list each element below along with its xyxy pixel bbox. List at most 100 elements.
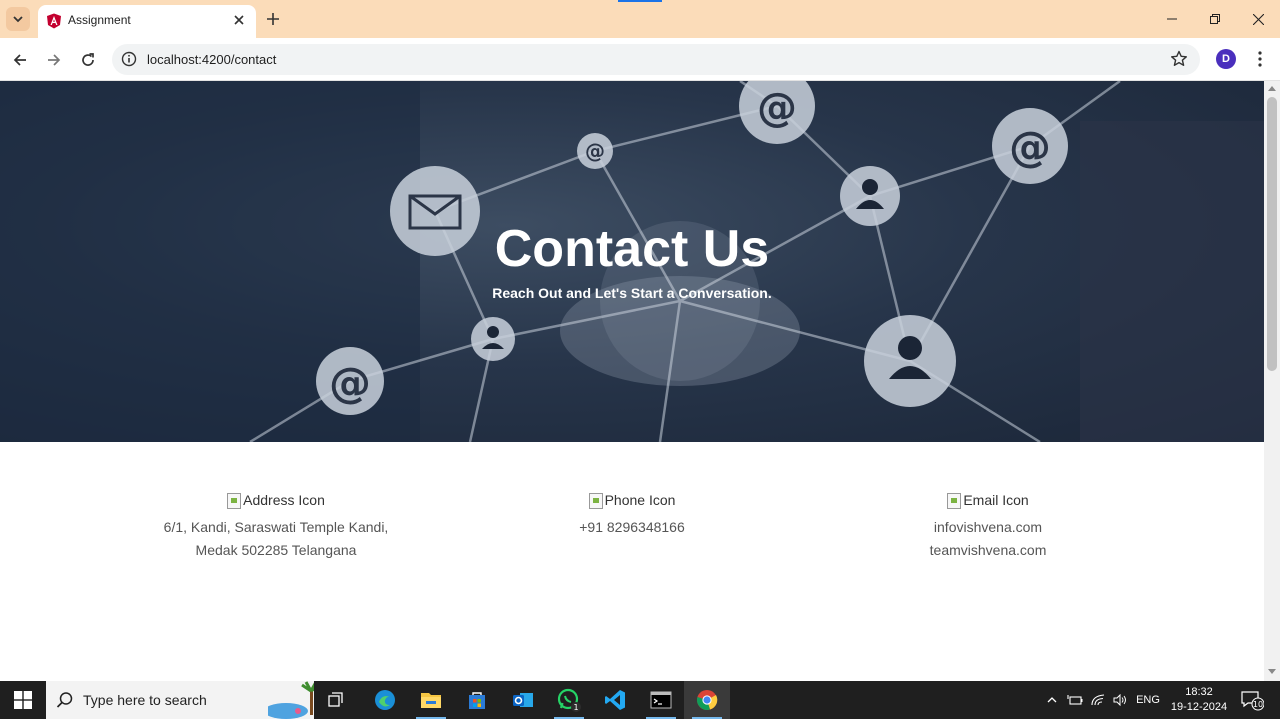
page-scrollbar[interactable] [1264,81,1280,681]
tab-search-button[interactable] [6,7,30,31]
address-bar[interactable]: localhost:4200/contact [112,44,1200,75]
store-icon [469,692,485,709]
clock-time: 18:32 [1185,686,1213,698]
volume-icon [1113,694,1126,706]
arrow-right-icon [48,54,61,66]
email-address: infovishvena.com [933,518,1043,535]
search-placeholder[interactable]: Type here to search [83,692,207,708]
chevron-down-icon [13,16,23,23]
svg-text:@: @ [1009,122,1051,171]
windows-logo-icon [14,691,32,709]
restore-icon [1210,14,1220,24]
reload-button[interactable] [75,47,101,73]
more-vertical-icon [1258,51,1262,67]
profile-avatar[interactable]: D [1216,49,1236,69]
browser-tab-bar: Assignment [0,0,1280,38]
browser-tab[interactable]: Assignment [38,5,256,38]
phone-number: +91 8296348166 [579,518,685,535]
close-window-button[interactable] [1236,0,1280,38]
taskbar-whatsapp[interactable]: 1 [546,681,592,719]
broken-image-icon [227,492,242,509]
minimize-button[interactable] [1150,0,1194,38]
broken-image-icon [588,492,603,509]
search-highlight-image [268,681,314,719]
phone-icon-alt: Phone Icon [604,492,676,508]
edge-icon [375,690,395,710]
bookmark-star-icon[interactable] [1170,50,1188,68]
folder-icon [421,693,441,708]
scroll-up-arrow[interactable] [1268,86,1276,91]
hero-banner: @ @ @ @ Contact Us Reach Out and Let's S… [0,81,1264,442]
svg-text:@: @ [329,358,371,407]
address-icon-alt: Address Icon [243,492,325,508]
angular-icon [47,13,61,29]
email-icon-alt: Email Icon [963,492,1029,508]
chrome-icon [697,690,718,710]
svg-text:@: @ [757,85,797,131]
phone-icon: Phone Icon [588,489,676,512]
taskbar-store[interactable] [454,681,500,719]
site-info-icon[interactable] [121,51,137,67]
svg-text:@: @ [585,139,605,163]
new-tab-button[interactable] [262,8,284,30]
drag-indicator [618,0,662,2]
taskbar-terminal[interactable] [638,681,684,719]
network-tray-button[interactable] [1088,681,1110,719]
chevron-up-icon [1047,697,1057,703]
notification-icon: 10 [1241,691,1264,711]
close-icon [1252,13,1264,25]
tab-title: Assignment [68,13,131,27]
scroll-down-arrow[interactable] [1268,669,1276,674]
address-line: 6/1, Kandi, Saraswati Temple Kandi, [163,518,389,535]
browser-toolbar: localhost:4200/contact D [0,38,1280,81]
arrow-left-icon [13,54,26,66]
whatsapp-icon: 1 [557,688,581,712]
input-language-button[interactable]: ENG [1134,681,1162,719]
task-view-button[interactable] [314,681,360,719]
windows-taskbar: Type here to search 1 ENG 18:32 19-12-20… [0,681,1280,719]
forward-button[interactable] [41,47,67,73]
broken-image-icon [947,492,962,509]
volume-tray-button[interactable] [1110,681,1132,719]
terminal-icon [650,691,672,709]
email-address: teamvishvena.com [929,541,1047,558]
notification-count: 10 [1253,700,1263,709]
reload-icon [82,53,94,66]
contact-email: Email Icon infovishvena.com teamvishvena… [838,489,1138,562]
vscode-icon [605,690,625,710]
contact-phone: Phone Icon +91 8296348166 [482,489,782,539]
plus-icon [267,13,279,25]
show-hidden-icons-button[interactable] [1042,681,1062,719]
page-subtitle: Reach Out and Let's Start a Conversation… [492,285,772,301]
battery-tray-button[interactable] [1064,681,1086,719]
browser-menu-button[interactable] [1250,48,1270,70]
taskbar-chrome[interactable] [684,681,730,719]
scroll-thumb[interactable] [1267,97,1277,371]
taskbar-file-explorer[interactable] [408,681,454,719]
search-icon [56,692,73,708]
taskbar-outlook[interactable] [500,681,546,719]
task-view-icon [328,692,343,707]
taskbar-search[interactable]: Type here to search [46,681,314,719]
minimize-icon [1167,18,1177,20]
notification-center-button[interactable]: 10 [1236,681,1268,719]
wifi-icon [1091,694,1105,706]
contact-address: Address Icon 6/1, Kandi, Saraswati Templ… [126,489,426,562]
restore-button[interactable] [1193,0,1237,38]
back-button[interactable] [7,47,33,73]
whatsapp-badge: 1 [573,703,578,712]
address-line: Medak 502285 Telangana [195,541,357,558]
outlook-icon [513,693,533,707]
taskbar-vscode[interactable] [592,681,638,719]
close-icon [234,15,244,25]
address-icon: Address Icon [227,489,325,512]
email-icon: Email Icon [947,489,1029,512]
page-viewport: @ @ @ @ Contact Us Reach Out and Let's S… [0,81,1264,681]
close-tab-button[interactable] [230,11,248,29]
url-text[interactable]: localhost:4200/contact [147,52,276,67]
system-clock[interactable]: 18:32 19-12-2024 [1166,685,1232,715]
page-title: Contact Us [494,220,770,278]
taskbar-edge[interactable] [362,681,408,719]
start-button[interactable] [0,681,46,719]
battery-charging-icon [1067,695,1083,705]
